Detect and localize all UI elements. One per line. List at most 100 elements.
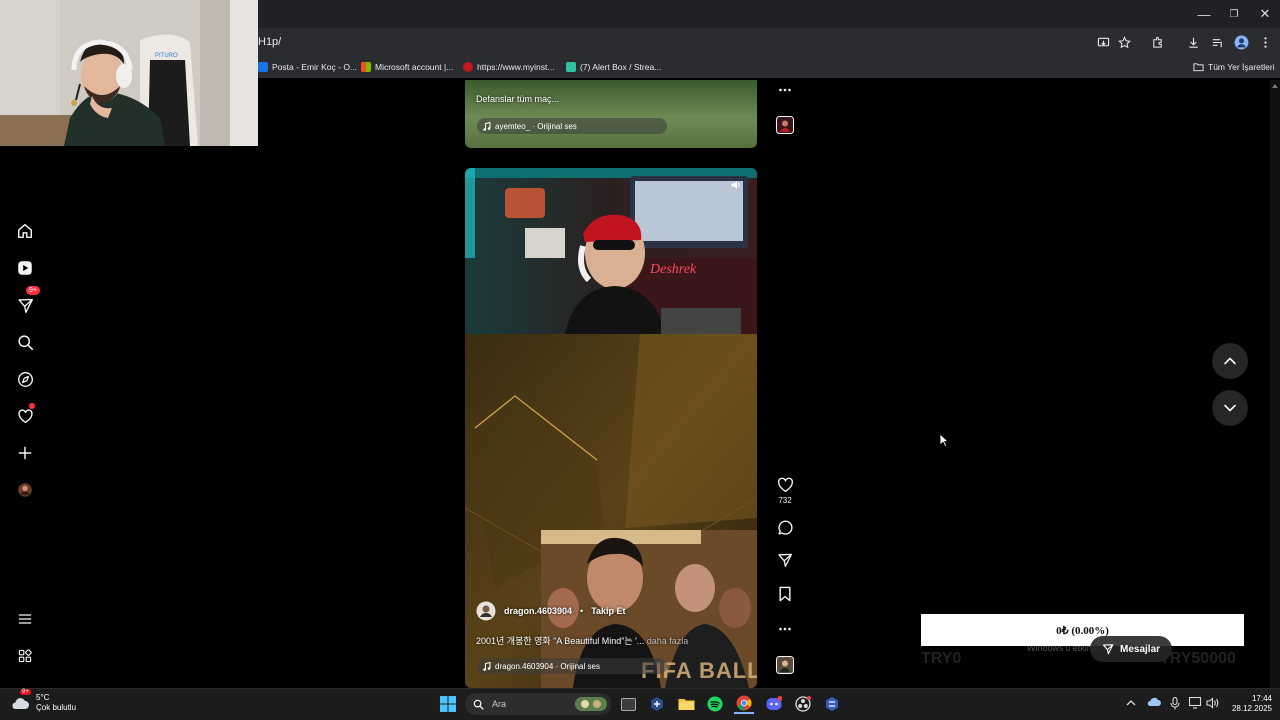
menu-kebab-icon[interactable] xyxy=(1256,33,1274,51)
discord-icon[interactable] xyxy=(764,694,784,714)
chevron-up-icon[interactable] xyxy=(1126,699,1136,707)
bookmark-label: Microsoft account |... xyxy=(375,62,454,72)
meta-apps-icon[interactable] xyxy=(12,643,38,669)
url-text[interactable]: H1p/ xyxy=(258,36,281,48)
reel-author-row: dragon.4603904 • Takip Et xyxy=(476,601,626,621)
bookmark-label: Posta - Emir Koç - O... xyxy=(272,62,358,72)
extensions-icon[interactable] xyxy=(1148,33,1166,51)
bookmark-item[interactable]: Microsoft account |... xyxy=(361,60,453,74)
audio-label: dragon.4603904 · Orijinal ses xyxy=(495,661,600,671)
all-bookmarks-label: Tüm Yer İşaretleri xyxy=(1208,62,1275,72)
notification-dot xyxy=(29,403,35,409)
folder-icon xyxy=(1193,62,1204,72)
sidebar-item-notifications[interactable] xyxy=(12,403,38,429)
close-button[interactable]: ✕ xyxy=(1248,0,1280,28)
mouse-cursor-icon xyxy=(939,433,949,448)
reel-card-current[interactable]: Deshrek FIFA BALLO dragon.4603904 • Tak xyxy=(465,168,757,688)
reel-card-previous[interactable]: Defanslar tüm maç... ayemteo_ · Orijinal… xyxy=(465,80,757,148)
author-avatar[interactable] xyxy=(476,601,496,621)
clock-time: 17:44 xyxy=(1251,694,1272,703)
network-icon[interactable] xyxy=(1189,697,1202,709)
svg-text:Deshrek: Deshrek xyxy=(649,262,697,277)
next-reel-button[interactable] xyxy=(1212,390,1248,426)
more-options-icon[interactable] xyxy=(776,622,794,636)
minimize-button[interactable]: — xyxy=(1187,0,1221,28)
messages-badge: 9+ xyxy=(26,286,40,295)
scrollbar-track[interactable] xyxy=(1270,80,1280,688)
more-menu-icon[interactable] xyxy=(12,606,38,632)
scroll-up-arrow[interactable] xyxy=(1272,83,1278,89)
spotify-icon[interactable] xyxy=(705,694,725,714)
sidebar-item-home[interactable] xyxy=(12,218,38,244)
app-icon[interactable] xyxy=(647,694,667,714)
reel-caption: 2001년 개봉한 영화 “A Beautiful Mind”는 '... xyxy=(476,636,645,646)
donation-goal-bar: 0₺ (0.00%) xyxy=(921,614,1244,646)
audio-thumbnail[interactable] xyxy=(776,116,794,134)
share-icon[interactable] xyxy=(776,552,794,568)
all-bookmarks-button[interactable]: Tüm Yer İşaretleri xyxy=(1193,60,1275,74)
messages-button[interactable]: Mesajlar xyxy=(1090,636,1173,662)
volume-icon[interactable] xyxy=(1206,697,1219,709)
audio-label: ayemteo_ · Orijinal ses xyxy=(495,121,577,131)
chrome-icon[interactable] xyxy=(734,694,754,714)
audio-pill[interactable]: ayemteo_ · Orijinal ses xyxy=(477,118,667,134)
bookmark-label: https://www.myinst... xyxy=(477,62,555,72)
like-action[interactable]: 732 xyxy=(776,477,794,505)
profile-avatar-icon[interactable] xyxy=(1232,33,1250,51)
sound-icon[interactable] xyxy=(730,179,742,191)
comment-icon[interactable] xyxy=(776,519,794,536)
more-options-icon[interactable] xyxy=(776,83,794,97)
outlook-icon xyxy=(258,62,268,72)
sidebar-item-messages[interactable]: 9+ xyxy=(12,286,40,318)
bookmark-item[interactable]: https://www.myinst... xyxy=(463,60,554,74)
send-icon xyxy=(1102,643,1114,655)
svg-text:PITURO: PITURO xyxy=(155,53,178,59)
like-count: 732 xyxy=(778,496,792,505)
sidebar-item-search[interactable] xyxy=(12,329,38,355)
task-view-icon[interactable] xyxy=(618,694,638,714)
follow-button[interactable]: Takip Et xyxy=(591,606,625,616)
messages-label: Mesajlar xyxy=(1120,643,1161,655)
bookmark-item[interactable]: Posta - Emir Koç - O... xyxy=(258,60,357,74)
save-icon[interactable] xyxy=(776,586,794,602)
site-icon xyxy=(463,62,473,72)
app-icon[interactable] xyxy=(822,694,842,714)
bookmark-item[interactable]: (7) Alert Box / Strea... xyxy=(566,60,661,74)
chevron-down-icon xyxy=(1223,401,1237,415)
separator-dot: • xyxy=(580,606,584,616)
install-app-icon[interactable] xyxy=(1094,33,1112,51)
cloud-icon: 9+ xyxy=(10,689,31,711)
sidebar-item-create[interactable] xyxy=(12,440,38,466)
sidebar-item-reels[interactable] xyxy=(12,255,38,281)
author-username[interactable]: dragon.4603904 xyxy=(504,606,572,616)
search-placeholder: Ara xyxy=(492,699,507,709)
audio-pill[interactable]: dragon.4603904 · Orijinal ses xyxy=(477,658,667,674)
sidebar-item-explore[interactable] xyxy=(12,366,38,392)
start-button[interactable] xyxy=(438,694,458,714)
weather-desc: Çok bulutlu xyxy=(36,703,77,712)
weather-widget[interactable]: 9+ 5°C Çok bulutlu xyxy=(10,689,77,713)
taskbar-search[interactable]: Ara xyxy=(465,693,611,715)
weather-badge: 9+ xyxy=(20,689,31,695)
bookmark-label: (7) Alert Box / Strea... xyxy=(580,62,662,72)
obs-icon[interactable] xyxy=(793,694,813,714)
previous-reel-button[interactable] xyxy=(1212,343,1248,379)
audio-thumbnail[interactable] xyxy=(776,656,794,674)
reel-caption: Defanslar tüm maç... xyxy=(476,94,560,104)
search-icon xyxy=(473,699,484,710)
star-icon[interactable] xyxy=(1115,33,1133,51)
weather-temp: 5°C xyxy=(36,693,50,702)
download-icon[interactable] xyxy=(1184,33,1202,51)
onedrive-icon[interactable] xyxy=(1147,697,1161,707)
media-control-icon[interactable] xyxy=(1208,33,1226,51)
reel-caption-row: 2001년 개봉한 영화 “A Beautiful Mind”는 '... da… xyxy=(476,634,688,647)
maximize-button[interactable]: ❐ xyxy=(1217,0,1251,28)
clock[interactable]: 17:44 28.12.2025 xyxy=(1226,694,1272,714)
sidebar-item-profile[interactable] xyxy=(12,477,38,503)
microsoft-icon xyxy=(361,62,371,72)
windows-taskbar xyxy=(0,688,1280,720)
microphone-icon[interactable] xyxy=(1170,697,1180,710)
file-explorer-icon[interactable] xyxy=(676,694,696,714)
heart-icon[interactable] xyxy=(777,477,794,493)
more-link[interactable]: daha fazla xyxy=(647,636,689,646)
